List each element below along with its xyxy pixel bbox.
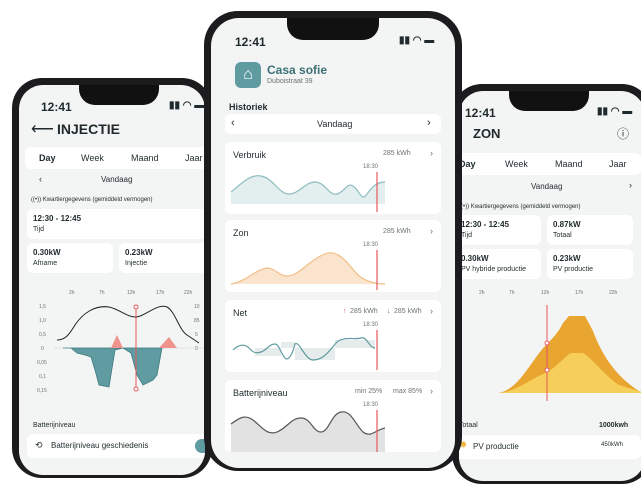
left-screen: 12:41 ▮▮ ◠ ▬ ⟵ INJECTIE Day Week Maand J… [19, 85, 205, 475]
right-phone: 12:41 ▮▮ ◠ ▬ - ZON ⓘ Day Week Maand Jaar… [452, 84, 641, 484]
hour-label: 12h [541, 290, 550, 296]
hour-label: 2h [479, 290, 485, 296]
history-icon: ⟲ [35, 440, 43, 450]
injectie-chart: 2h 7h 12h 17h 22h 1,5 1,0 0,5 0 0,05 0,1… [37, 290, 205, 394]
y2-tick: 5 [195, 332, 198, 338]
hour-label: 22h [609, 290, 618, 296]
battery-history-label: Batterijniveau geschiedenis [51, 441, 149, 450]
battery-sparkline [230, 410, 386, 452]
pv-row-value: 450kWh [601, 442, 624, 448]
net-sparkline [232, 330, 378, 370]
y2-tick: 85 [194, 318, 200, 324]
verbruik-card[interactable]: Verbruik 285 kWh › 18:30 [225, 142, 441, 214]
status-icons: ▮▮ ◠ ▬ [399, 35, 435, 46]
status-time: 12:41 [235, 35, 266, 49]
y-tick: 0,05 [37, 360, 47, 366]
center-screen: 12:41 ▮▮ ◠ ▬ ⌂ Casa sofie Duboistraat 39… [211, 18, 455, 468]
y-tick: 1,5 [39, 304, 46, 310]
notch [287, 18, 379, 40]
chevron-left-icon[interactable]: ‹ [231, 117, 235, 129]
verbruik-sparkline [230, 172, 386, 212]
home-address: Duboistraat 39 [267, 78, 313, 85]
date-selector: ‹ Vandaag › [225, 114, 441, 134]
section-title: Historiek [229, 102, 268, 112]
hour-label: 7h [509, 290, 515, 296]
date-label: Vandaag [317, 119, 353, 129]
y-tick: 0 [41, 346, 44, 352]
net-card[interactable]: Net ↑ 285 kWh ↓ 285 kWh › 18:30 [225, 300, 441, 372]
hour-label: 2h [69, 290, 75, 296]
hour-label: 7h [99, 290, 105, 296]
zon-card[interactable]: Zon 285 kWh › 18:30 [225, 220, 441, 292]
hour-label: 17h [156, 290, 165, 296]
home-icon: ⌂ [235, 62, 261, 88]
chevron-right-icon[interactable]: › [427, 117, 431, 129]
hour-label: 12h [127, 290, 136, 296]
battery-section-label: Batterijniveau [33, 422, 76, 429]
battery-history-row: ⟲ Batterijniveau geschiedenis [27, 434, 205, 458]
y-tick: 0,15 [37, 388, 47, 394]
y2-tick: 0 [195, 346, 198, 352]
y-tick: 0,1 [39, 374, 46, 380]
hour-label: 17h [575, 290, 584, 296]
hour-label: 22h [184, 290, 193, 296]
total-row-value: 1000kwh [599, 422, 629, 429]
y-tick: 0,5 [39, 332, 46, 338]
right-screen: 12:41 ▮▮ ◠ ▬ - ZON ⓘ Day Week Maand Jaar… [459, 91, 641, 481]
y-tick: 1,0 [39, 318, 46, 324]
center-phone: 12:41 ▮▮ ◠ ▬ ⌂ Casa sofie Duboistraat 39… [204, 11, 462, 471]
y2-tick: 10 [194, 304, 200, 310]
zon-sparkline [230, 250, 386, 290]
home-name: Casa sofie [267, 63, 328, 77]
pv-row-label: PV productie [473, 442, 519, 451]
battery-card[interactable]: Batterijniveau min 25% max 85% › 18:30 [225, 380, 441, 452]
pv-production-row: ✹ PV productie 450kWh [459, 435, 641, 459]
left-phone: 12:41 ▮▮ ◠ ▬ ⟵ INJECTIE Day Week Maand J… [12, 78, 212, 478]
